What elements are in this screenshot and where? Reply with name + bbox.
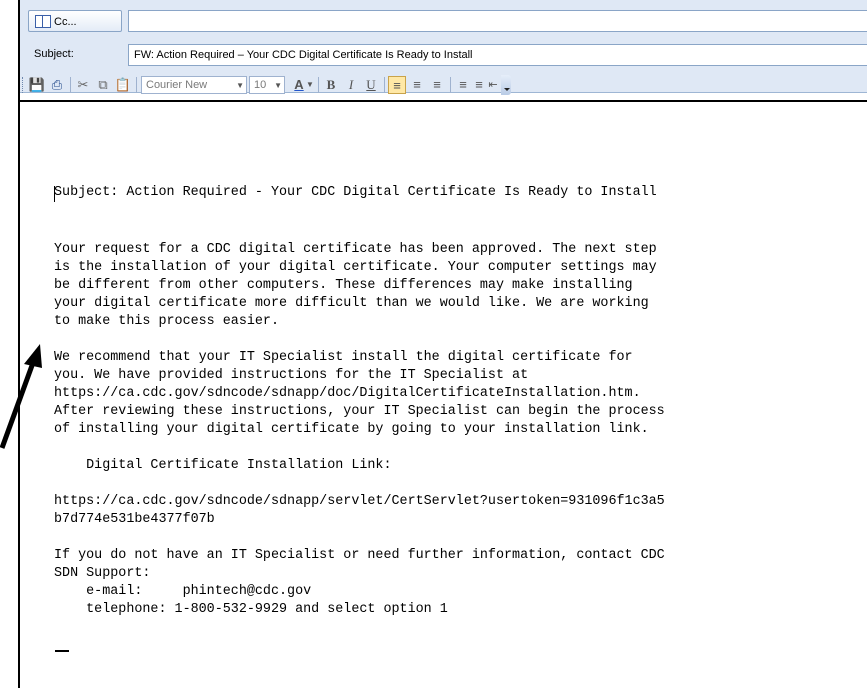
toolbar-separator (450, 77, 451, 93)
paste-icon[interactable]: 📋 (114, 76, 132, 94)
telephone-line: telephone: 1-800-532-9929 and select opt… (54, 602, 448, 617)
italic-icon[interactable]: I (342, 76, 360, 94)
cc-button[interactable]: Cc... (28, 10, 122, 32)
cut-icon[interactable]: ✂ (74, 76, 92, 94)
cc-field[interactable] (128, 10, 867, 32)
toolbar-options-icon[interactable] (501, 75, 511, 95)
address-book-icon (35, 15, 51, 28)
cc-button-label: Cc... (54, 16, 77, 28)
body-line: If you do not have an IT Specialist or n… (54, 548, 665, 563)
align-left-icon[interactable]: ≡ (388, 76, 406, 94)
email-compose-window: Cc... Subject: FW: Action Required – You… (18, 0, 867, 690)
body-line: is the installation of your digital cert… (54, 260, 657, 275)
link-text: https://ca.cdc.gov/sdncode/sdnapp/doc/Di… (54, 386, 641, 401)
font-size-value: 10 (254, 79, 267, 91)
link-text: b7d774e531be4377f07b (54, 512, 215, 527)
body-line: Your request for a CDC digital certifica… (54, 242, 657, 257)
body-line: After reviewing these instructions, your… (54, 404, 665, 419)
body-line: you. We have provided instructions for t… (54, 368, 529, 383)
body-line: We recommend that your IT Specialist ins… (54, 350, 633, 365)
copy-icon[interactable]: ⧉ (94, 76, 112, 94)
decrease-indent-icon[interactable]: ⇤ (486, 76, 500, 94)
link-text: https://ca.cdc.gov/sdncode/sdnapp/servle… (54, 494, 665, 509)
message-header: Cc... Subject: FW: Action Required – You… (20, 0, 867, 95)
font-size-select[interactable]: 10 ▼ (249, 76, 285, 94)
chevron-down-icon[interactable]: ▼ (306, 76, 314, 94)
align-center-icon[interactable]: ≡ (408, 76, 426, 94)
toolbar-separator (318, 77, 319, 93)
email-line: e-mail: phintech@cdc.gov (54, 584, 312, 599)
underline-icon[interactable]: U (362, 76, 380, 94)
body-line: SDN Support: (54, 566, 151, 581)
message-body[interactable]: Subject: Action Required - Your CDC Digi… (20, 100, 867, 690)
body-line: Subject: Action Required - Your CDC Digi… (54, 185, 657, 200)
chevron-down-icon: ▼ (274, 81, 282, 90)
subject-label: Subject: (34, 48, 74, 60)
body-line: of installing your digital certificate b… (54, 422, 649, 437)
bold-icon[interactable]: B (322, 76, 340, 94)
font-name-select[interactable]: Courier New ▼ (141, 76, 247, 94)
insertion-marker (55, 650, 69, 652)
toolbar-grip[interactable] (22, 77, 25, 93)
annotation-arrow-icon (0, 344, 42, 449)
print-icon[interactable]: ⎙ (48, 76, 66, 94)
formatting-toolbar: 💾 ⎙ ✂ ⧉ 📋 Courier New ▼ 10 ▼ A ▼ B I U ≡… (20, 73, 867, 97)
toolbar-separator (384, 77, 385, 93)
body-line: to make this process easier. (54, 314, 279, 329)
link-heading: Digital Certificate Installation Link: (54, 458, 392, 473)
align-right-icon[interactable]: ≡ (428, 76, 446, 94)
body-line: be different from other computers. These… (54, 278, 633, 293)
body-line: your digital certificate more difficult … (54, 296, 649, 311)
toolbar-separator (70, 77, 71, 93)
save-icon[interactable]: 💾 (28, 76, 46, 94)
subject-field[interactable]: FW: Action Required – Your CDC Digital C… (128, 44, 867, 66)
font-name-value: Courier New (146, 79, 208, 91)
chevron-down-icon: ▼ (236, 81, 244, 90)
toolbar-separator (136, 77, 137, 93)
